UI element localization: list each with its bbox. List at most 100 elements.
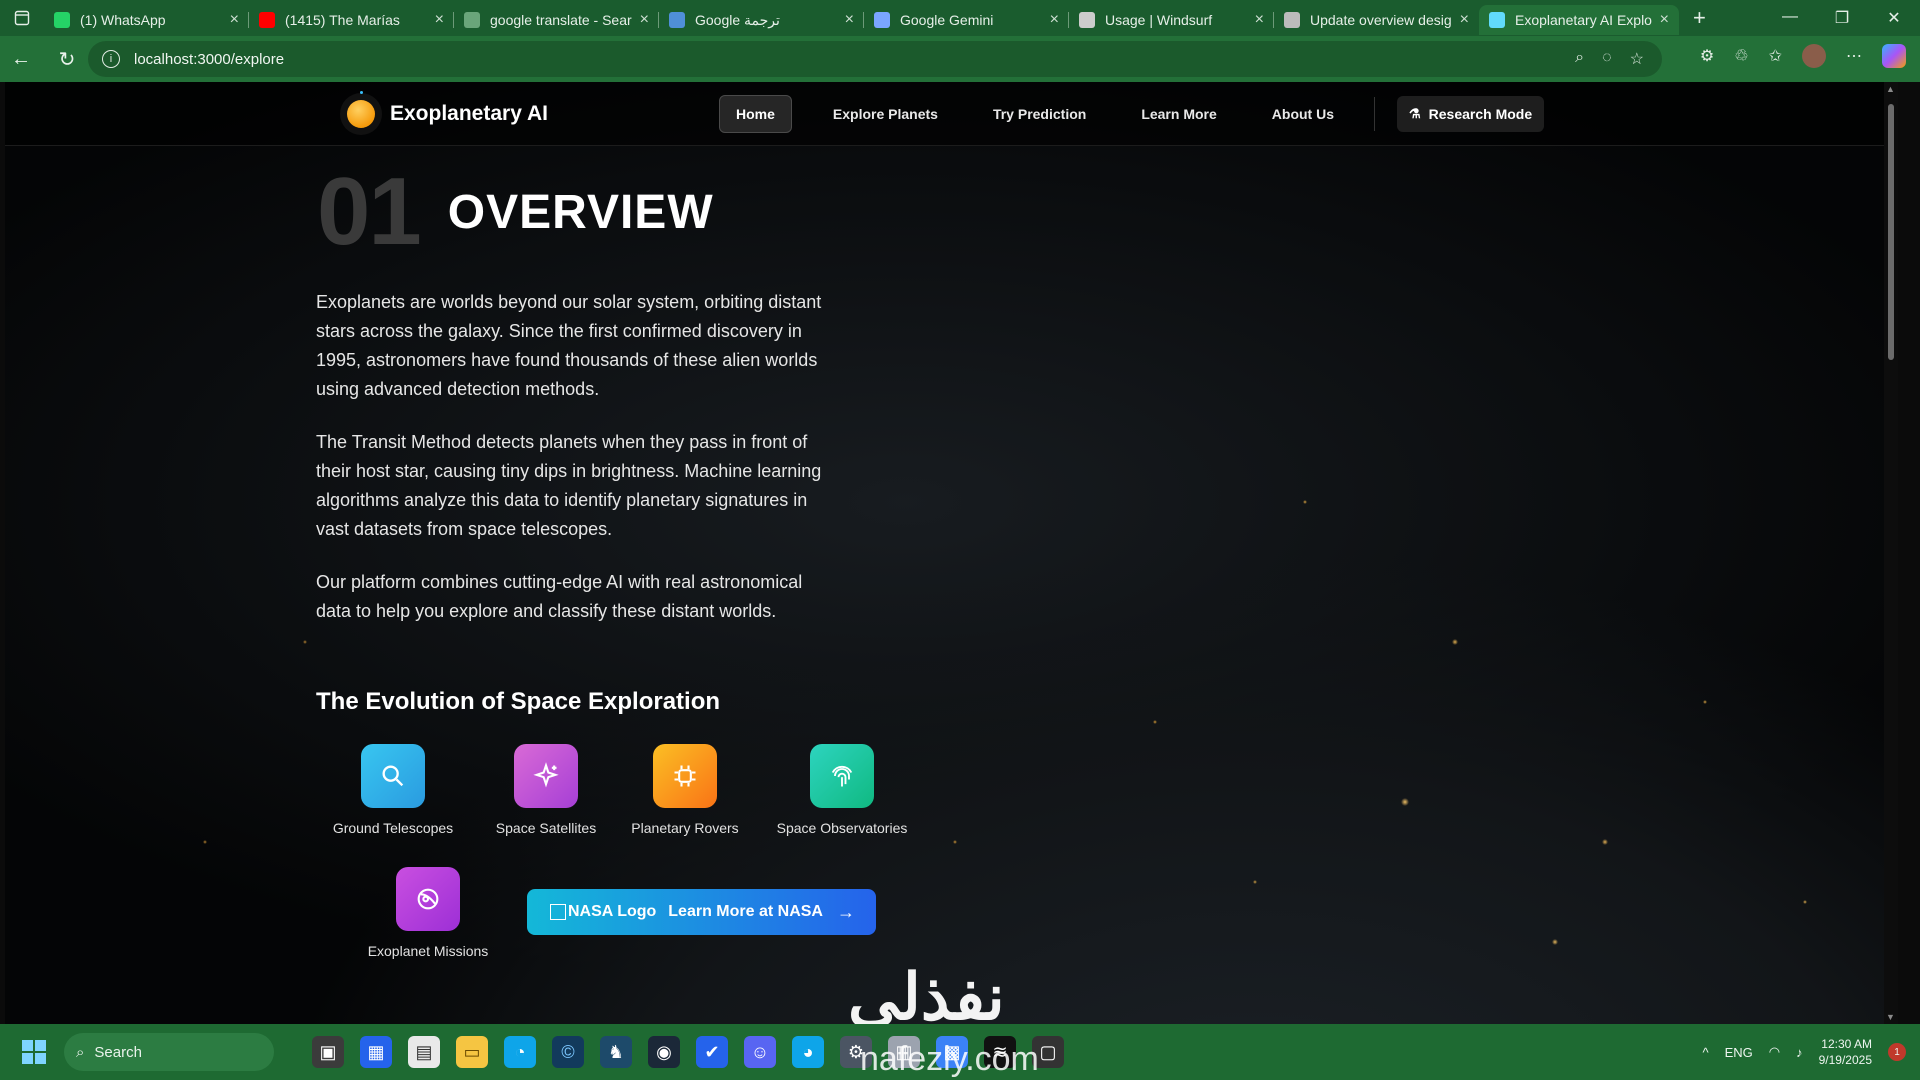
nav-try-prediction[interactable]: Try Prediction [977, 95, 1102, 133]
edge-icon[interactable]: ◔ [504, 1036, 536, 1068]
clock[interactable]: 12:30 AM 9/19/2025 [1819, 1036, 1872, 1068]
close-window-icon[interactable]: ✕ [1868, 8, 1920, 28]
close-tab-icon[interactable]: × [435, 11, 444, 29]
feature-label: Ground Telescopes [332, 820, 454, 836]
fingerprint-icon [810, 744, 874, 808]
browser-tab[interactable]: google translate - Sear × [454, 5, 659, 35]
overview-paragraph-1: Exoplanets are worlds beyond our solar s… [316, 292, 822, 399]
task-view-icon[interactable]: ▣ [312, 1036, 344, 1068]
nasa-button-label: Learn More at NASA [668, 903, 823, 920]
edge-dev-icon[interactable]: ◕ [792, 1036, 824, 1068]
feature-ground-telescopes[interactable]: Ground Telescopes [308, 744, 478, 836]
arrow-right-icon: → [836, 901, 855, 922]
search-icon [361, 744, 425, 808]
learn-more-nasa-button[interactable]: NASA Logo Learn More at NASA → [527, 889, 876, 935]
browser-tab[interactable]: Google ترجمة × [659, 5, 864, 35]
openai-icon [1284, 12, 1300, 28]
close-tab-icon[interactable]: × [640, 11, 649, 29]
browser-tab[interactable]: Exoplanetary AI Explor × [1479, 5, 1679, 35]
feature-planetary-rovers[interactable]: Planetary Rovers [600, 744, 770, 836]
reader-icon[interactable]: ◌ [1602, 49, 1612, 69]
close-tab-icon[interactable]: × [230, 11, 239, 29]
whatsapp-icon [54, 12, 70, 28]
close-tab-icon[interactable]: × [1660, 11, 1669, 29]
brand-name: Exoplanetary AI [390, 102, 548, 125]
wifi-icon[interactable]: ◠ [1769, 1044, 1780, 1060]
performance-icon[interactable]: ♲ [1734, 46, 1748, 66]
watermark-latin: nafezly.com [860, 1040, 1039, 1078]
browser-tab[interactable]: Google Gemini × [864, 5, 1069, 35]
tab-title: Exoplanetary AI Explor [1515, 12, 1652, 28]
extensions-icon[interactable]: ⚙ [1700, 46, 1714, 66]
cursor-app-icon[interactable]: © [552, 1036, 584, 1068]
window-controls: — ❐ ✕ [1764, 8, 1920, 28]
file-explorer-icon[interactable]: ▭ [456, 1036, 488, 1068]
postgres-icon[interactable]: ♞ [600, 1036, 632, 1068]
tab-actions-icon[interactable] [0, 0, 44, 36]
close-tab-icon[interactable]: × [1255, 11, 1264, 29]
browser-tab[interactable]: (1) WhatsApp × [44, 5, 249, 35]
planet-icon [340, 91, 382, 135]
tray-chevron-icon[interactable]: ^ [1702, 1045, 1708, 1060]
chip-icon [653, 744, 717, 808]
browser-tab[interactable]: Update overview desig × [1274, 5, 1479, 35]
nav-home[interactable]: Home [719, 95, 792, 133]
discord-icon[interactable]: ☺ [744, 1036, 776, 1068]
steam-icon[interactable]: ◉ [648, 1036, 680, 1068]
tab-title: google translate - Sear [490, 12, 632, 28]
close-tab-icon[interactable]: × [845, 11, 854, 29]
windsurf-icon [1079, 12, 1095, 28]
nasa-logo-broken-image: NASA Logo [550, 903, 656, 921]
tab-title: Update overview desig [1310, 12, 1452, 28]
address-bar-row: ← ↻ i localhost:3000/explore ⌕ ◌ ☆ ⚙ ♲ ✩… [0, 36, 1920, 82]
feature-exoplanet-missions[interactable]: Exoplanet Missions [343, 867, 513, 959]
site-info-icon[interactable]: i [102, 50, 120, 68]
page-scrollbar[interactable]: ▲ ▼ [1884, 82, 1898, 1024]
zoom-icon[interactable]: ⌕ [1575, 49, 1584, 69]
sparkles-icon [514, 744, 578, 808]
favorite-star-icon[interactable]: ☆ [1630, 49, 1644, 69]
nav-explore-planets[interactable]: Explore Planets [817, 95, 954, 133]
tab-bar: (1) WhatsApp × (1415) The Marías × google tr… [0, 0, 1920, 36]
browser-tab[interactable]: (1415) The Marías × [249, 5, 454, 35]
notification-badge[interactable]: 1 [1888, 1043, 1906, 1061]
address-bar[interactable]: i localhost:3000/explore ⌕ ◌ ☆ [88, 41, 1662, 77]
new-tab-button[interactable]: + [1693, 5, 1706, 31]
research-mode-button[interactable]: ⚗ Research Mode [1397, 96, 1545, 132]
clock-date: 9/19/2025 [1818, 1053, 1872, 1067]
flask-icon: ⚗ [1409, 106, 1421, 121]
store-icon[interactable]: ▤ [408, 1036, 440, 1068]
language-indicator[interactable]: ENG [1725, 1045, 1753, 1060]
url-text[interactable]: localhost:3000/explore [134, 51, 284, 68]
favorites-icon[interactable]: ✩ [1769, 46, 1782, 66]
browser-tab[interactable]: Usage | Windsurf × [1069, 5, 1274, 35]
search-icon [464, 12, 480, 28]
nav-divider [1374, 97, 1375, 131]
widgets-icon[interactable]: ▦ [360, 1036, 392, 1068]
close-tab-icon[interactable]: × [1460, 11, 1469, 29]
brand-logo[interactable]: Exoplanetary AI [340, 91, 548, 135]
minimize-icon[interactable]: — [1764, 8, 1816, 28]
clock-time: 12:30 AM [1821, 1037, 1872, 1051]
todo-icon[interactable]: ✔ [696, 1036, 728, 1068]
back-icon[interactable]: ← [4, 48, 38, 71]
feature-space-observatories[interactable]: Space Observatories [757, 744, 927, 836]
windows-start-icon[interactable] [16, 1034, 52, 1070]
scroll-up-icon[interactable]: ▲ [1886, 84, 1895, 94]
profile-avatar[interactable] [1802, 44, 1826, 68]
nav-about-us[interactable]: About Us [1256, 95, 1350, 133]
scroll-down-icon[interactable]: ▼ [1886, 1012, 1895, 1022]
tab-title: Google Gemini [900, 12, 994, 28]
copilot-icon[interactable] [1882, 44, 1906, 68]
feature-label: Planetary Rovers [631, 820, 739, 836]
more-menu-icon[interactable]: ⋯ [1846, 46, 1862, 66]
close-tab-icon[interactable]: × [1050, 11, 1059, 29]
volume-icon[interactable]: ♪ [1796, 1045, 1803, 1060]
youtube-icon [259, 12, 275, 28]
scrollbar-thumb[interactable] [1888, 104, 1894, 360]
reload-icon[interactable]: ↻ [50, 47, 84, 72]
taskbar-search[interactable]: ⌕ Search [64, 1033, 274, 1071]
restore-icon[interactable]: ❐ [1816, 8, 1868, 28]
nav-learn-more[interactable]: Learn More [1125, 95, 1232, 133]
tab-title: Usage | Windsurf [1105, 12, 1213, 28]
